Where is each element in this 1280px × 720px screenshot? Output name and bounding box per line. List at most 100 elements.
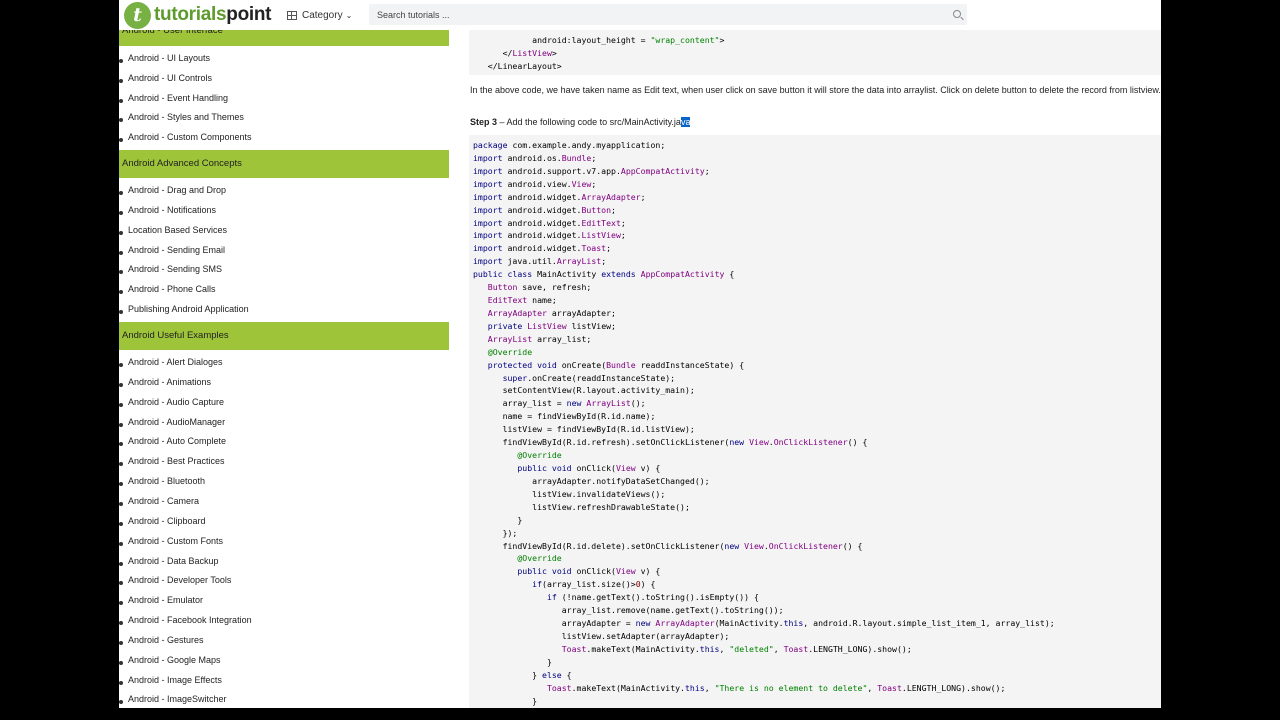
main-content: android:layout_height = "wrap_content"> …: [462, 30, 1161, 708]
code-line: import android.widget.ArrayAdapter;: [473, 191, 646, 202]
code-line: listView.invalidateViews();: [473, 488, 666, 499]
sidebar-item[interactable]: Android - Best Practices: [119, 455, 225, 467]
code-block-main-activity: package com.example.andy.myapplication; i…: [469, 135, 1161, 708]
bullet-icon: [119, 191, 123, 195]
bullet-icon: [119, 59, 123, 63]
code-line: if(array_list.size()>0) {: [532, 579, 656, 590]
sidebar-item[interactable]: Android - Bluetooth: [119, 475, 205, 487]
sidebar-item[interactable]: Publishing Android Application: [119, 303, 249, 315]
code-line: super.onCreate(readdInstanceState);: [502, 372, 676, 383]
bullet-icon: [119, 78, 123, 83]
code-line: import android.support.v7.app.AppCompatA…: [473, 165, 710, 176]
logo-icon: t: [124, 1, 151, 29]
sidebar-item[interactable]: Android - UI Controls: [119, 72, 212, 84]
code-line: @Override: [517, 553, 562, 564]
sidebar-section-useful[interactable]: Android Useful Examples: [119, 322, 449, 350]
sidebar-item[interactable]: Android - Event Handling: [119, 92, 228, 104]
search-box[interactable]: [369, 4, 967, 25]
sidebar-item[interactable]: Android - Notifications: [119, 204, 216, 216]
description-text: In the above code, we have taken name as…: [470, 85, 1161, 95]
step-text: – Add the following code to src/MainActi…: [497, 117, 681, 127]
sidebar-section-user-interface[interactable]: Android - User Interface: [119, 26, 449, 46]
code-line: });: [473, 527, 518, 538]
code-block-layout: android:layout_height = "wrap_content"> …: [469, 30, 1161, 75]
bullet-icon: [119, 561, 123, 566]
sidebar-item[interactable]: Android - Camera: [119, 495, 199, 507]
search-icon[interactable]: [953, 10, 961, 18]
sidebar-item[interactable]: Android - AudioManager: [119, 416, 225, 428]
code-line: }: [473, 514, 523, 525]
bullet-icon: [119, 98, 123, 103]
sidebar-item[interactable]: Android - UI Layouts: [119, 52, 210, 64]
sidebar-item[interactable]: Android - Styles and Themes: [119, 111, 244, 123]
search-input[interactable]: [369, 9, 929, 20]
sidebar-item[interactable]: Android - Emulator: [119, 594, 203, 606]
sidebar-item[interactable]: Android - ImageSwitcher: [119, 693, 227, 705]
sidebar-item[interactable]: Android - Custom Fonts: [119, 535, 223, 547]
bullet-icon: [119, 442, 123, 447]
code-line: </LinearLayout>: [473, 60, 562, 71]
code-line: } else {: [473, 669, 572, 680]
logo-text-point: point: [226, 4, 272, 25]
code-line: array_list = new ArrayList();: [473, 398, 646, 409]
sidebar-item[interactable]: Android - Custom Components: [119, 131, 252, 143]
sidebar-item[interactable]: Android - Developer Tools: [119, 574, 231, 586]
code-line: private ListView listView;: [487, 320, 616, 331]
bullet-icon: [119, 250, 123, 255]
bullet-icon: [119, 482, 123, 487]
category-dropdown[interactable]: Category ⌄: [287, 6, 352, 24]
sidebar-item[interactable]: Android - Data Backup: [119, 555, 219, 567]
code-line: import java.util.ArrayList;: [473, 256, 607, 267]
logo-text-tutorials: tutorials: [154, 4, 227, 25]
site-logo[interactable]: t tutorialspoint: [124, 1, 272, 29]
sidebar-item[interactable]: Android - Google Maps: [119, 654, 221, 666]
code-line: public void onClick(View v) {: [517, 566, 661, 577]
code-line: import android.os.Bundle;: [473, 152, 597, 163]
sidebar-item[interactable]: Android - Sending Email: [119, 244, 225, 256]
code-line: arrayAdapter = new ArrayAdapter(MainActi…: [473, 618, 1055, 629]
sidebar-item[interactable]: Android - Image Effects: [119, 674, 222, 686]
code-line: listView = findViewById(R.id.listView);: [473, 424, 695, 435]
sidebar-item[interactable]: Android - Audio Capture: [119, 396, 224, 408]
bullet-icon: [119, 210, 123, 215]
sidebar-item[interactable]: Android - Facebook Integration: [119, 614, 252, 626]
bullet-icon: [119, 581, 123, 586]
code-line: public void onClick(View v) {: [517, 463, 661, 473]
sidebar-item[interactable]: Android - Drag and Drop: [119, 184, 226, 196]
code-line: import android.widget.Button;: [473, 204, 616, 215]
site-header: t tutorialspoint Category ⌄: [119, 0, 1161, 30]
sidebar-section-advanced[interactable]: Android Advanced Concepts: [119, 150, 449, 178]
code-line: arrayAdapter.notifyDataSetChanged();: [473, 475, 710, 486]
bullet-icon: [119, 363, 123, 367]
bullet-icon: [119, 680, 123, 685]
step-heading: Step 3 – Add the following code to src/M…: [470, 117, 691, 127]
bullet-icon: [119, 521, 123, 526]
code-line: package com.example.andy.myapplication;: [473, 140, 666, 150]
sidebar-item[interactable]: Android - Gestures: [119, 634, 204, 646]
code-line: Toast.makeText(MainActivity.this, "delet…: [561, 643, 912, 654]
sidebar: Android - User Interface Android - UI La…: [119, 26, 449, 708]
sidebar-item[interactable]: Android - Animations: [119, 376, 211, 388]
bullet-icon: [119, 501, 123, 506]
bullet-icon: [119, 118, 123, 123]
sidebar-item[interactable]: Android - Sending SMS: [119, 263, 222, 275]
sidebar-item[interactable]: Location Based Services: [119, 224, 227, 236]
sidebar-item[interactable]: Android - Phone Calls: [119, 283, 216, 295]
code-line: Button save, refresh;: [487, 282, 592, 293]
code-line: ArrayList array_list;: [487, 333, 592, 344]
code-line: setContentView(R.layout.activity_main);: [473, 385, 695, 396]
sidebar-item[interactable]: Android - Auto Complete: [119, 435, 226, 447]
code-line: @Override: [487, 346, 533, 357]
sidebar-item[interactable]: Android - Clipboard: [119, 515, 206, 527]
bullet-icon: [119, 422, 123, 427]
code-line: public class MainActivity extends AppCom…: [473, 269, 735, 280]
code-line: listView.refreshDrawableState();: [473, 501, 690, 512]
code-line: name = findViewById(R.id.name);: [473, 411, 656, 422]
code-line: android:layout_height = "wrap_content">: [473, 35, 725, 45]
bullet-icon: [119, 290, 123, 295]
bullet-icon: [119, 270, 123, 275]
bullet-icon: [119, 640, 123, 645]
sidebar-item[interactable]: Android - Alert Dialoges: [119, 356, 223, 368]
code-line: </ListView>: [473, 47, 557, 58]
browser-viewport: t tutorialspoint Category ⌄ Android - Us…: [119, 0, 1161, 708]
